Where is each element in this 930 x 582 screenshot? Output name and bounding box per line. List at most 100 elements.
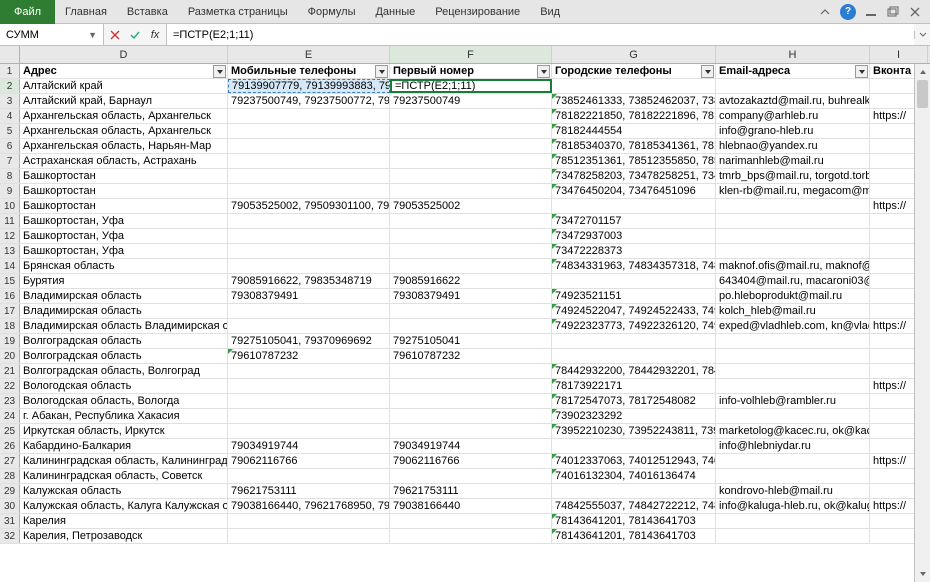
cell[interactable]: 78143641201, 78143641703	[552, 529, 716, 543]
cell[interactable]: maknof.ofis@mail.ru, maknof@ramble	[716, 259, 870, 273]
row-header[interactable]: 31	[0, 514, 20, 528]
cell[interactable]: exped@vladhleb.com, kn@vlad	[716, 319, 870, 333]
cell[interactable]: 73902323292	[552, 409, 716, 423]
cell[interactable]: Калининградская область, Советск	[20, 469, 228, 483]
row-header[interactable]: 5	[0, 124, 20, 138]
cell[interactable]: 79237500749	[390, 94, 552, 108]
cell[interactable]	[716, 409, 870, 423]
cell[interactable]	[228, 184, 390, 198]
cell[interactable]: 73472937003	[552, 229, 716, 243]
cell[interactable]: 79610787232	[228, 349, 390, 363]
cell[interactable]: kondrovo-hleb@mail.ru	[716, 484, 870, 498]
row-header[interactable]: 13	[0, 244, 20, 258]
tab-insert[interactable]: Вставка	[117, 0, 178, 24]
cell[interactable]: company@arhleb.ru	[716, 109, 870, 123]
formula-expand-icon[interactable]	[914, 31, 930, 39]
row-header[interactable]: 25	[0, 424, 20, 438]
header-cell[interactable]: Мобильные телефоны	[228, 64, 390, 78]
cell[interactable]: 79308379491	[390, 289, 552, 303]
cell[interactable]: 73476450204, 73476451096	[552, 184, 716, 198]
cell[interactable]: 79085916622	[390, 274, 552, 288]
cancel-formula-icon[interactable]	[108, 28, 122, 42]
scroll-up-icon[interactable]	[915, 64, 930, 80]
cell[interactable]: Брянская область	[20, 259, 228, 273]
cell[interactable]	[390, 169, 552, 183]
cell[interactable]	[390, 364, 552, 378]
cell[interactable]: 643404@mail.ru, macaroni03@mail.ru, п	[716, 274, 870, 288]
header-cell[interactable]: Городские телефоны	[552, 64, 716, 78]
cell[interactable]	[228, 424, 390, 438]
row-header[interactable]: 20	[0, 349, 20, 363]
cell[interactable]: Владимирская область	[20, 304, 228, 318]
select-all-corner[interactable]	[0, 46, 20, 63]
cell[interactable]	[716, 469, 870, 483]
file-tab[interactable]: Файл	[0, 0, 55, 24]
cell[interactable]: Башкортостан	[20, 169, 228, 183]
row-header[interactable]: 6	[0, 139, 20, 153]
cell[interactable]: info@grano-hleb.ru	[716, 124, 870, 138]
row-header[interactable]: 27	[0, 454, 20, 468]
cell[interactable]: narimanhleb@mail.ru	[716, 154, 870, 168]
row-header[interactable]: 22	[0, 379, 20, 393]
cell[interactable]: Башкортостан	[20, 199, 228, 213]
row-header[interactable]: 21	[0, 364, 20, 378]
header-cell[interactable]: Email-адреса	[716, 64, 870, 78]
filter-button[interactable]	[213, 65, 226, 78]
row-header[interactable]: 9	[0, 184, 20, 198]
help-icon[interactable]: ?	[840, 4, 856, 20]
cell[interactable]	[716, 349, 870, 363]
row-header[interactable]: 4	[0, 109, 20, 123]
close-window-icon[interactable]	[908, 5, 922, 19]
row-header[interactable]: 16	[0, 289, 20, 303]
tab-formulas[interactable]: Формулы	[298, 0, 366, 24]
cell[interactable]: 74922323773, 74922326120, 7492	[552, 319, 716, 333]
cell[interactable]: 73852461333, 73852462037, 7385	[552, 94, 716, 108]
cell[interactable]: Иркутская область, Иркутск	[20, 424, 228, 438]
cell[interactable]: tmrb_bps@mail.ru, torgotd.torbbps@m	[716, 169, 870, 183]
cell[interactable]: info@hlebniydar.ru	[716, 439, 870, 453]
cell[interactable]: 74012337063, 74012512943, 74012512944, 7…	[552, 454, 716, 468]
cell[interactable]	[390, 469, 552, 483]
row-header[interactable]: 15	[0, 274, 20, 288]
cell[interactable]	[552, 274, 716, 288]
cell[interactable]	[390, 529, 552, 543]
scroll-thumb[interactable]	[917, 80, 928, 108]
filter-button[interactable]	[537, 65, 550, 78]
cell[interactable]	[228, 409, 390, 423]
row-header[interactable]: 17	[0, 304, 20, 318]
row-header[interactable]: 29	[0, 484, 20, 498]
cell[interactable]: 79621753111	[390, 484, 552, 498]
cell[interactable]: Кабардино-Балкария	[20, 439, 228, 453]
cell[interactable]: 78143641201, 78143641703	[552, 514, 716, 528]
filter-button[interactable]	[855, 65, 868, 78]
row-header[interactable]: 12	[0, 229, 20, 243]
cell[interactable]	[716, 454, 870, 468]
cell[interactable]: Владимирская область Владимирская област…	[20, 319, 228, 333]
cell[interactable]	[228, 154, 390, 168]
cell[interactable]: info-volhleb@rambler.ru	[716, 394, 870, 408]
row-header[interactable]: 11	[0, 214, 20, 228]
scroll-down-icon[interactable]	[915, 566, 930, 582]
cell[interactable]	[390, 139, 552, 153]
cell[interactable]: 79275105041, 79370969692	[228, 334, 390, 348]
cell[interactable]: Алтайский край, Барнаул	[20, 94, 228, 108]
cell[interactable]	[552, 199, 716, 213]
row-header[interactable]: 19	[0, 334, 20, 348]
cell[interactable]	[228, 379, 390, 393]
tab-view[interactable]: Вид	[530, 0, 570, 24]
cell[interactable]	[228, 139, 390, 153]
cell[interactable]	[552, 79, 716, 93]
cell[interactable]: 73472228373	[552, 244, 716, 258]
row-header[interactable]: 28	[0, 469, 20, 483]
cell[interactable]	[228, 214, 390, 228]
cell[interactable]: 78512351361, 78512355850, 7851	[552, 154, 716, 168]
filter-button[interactable]	[375, 65, 388, 78]
cell[interactable]	[716, 334, 870, 348]
cell[interactable]	[390, 109, 552, 123]
row-header[interactable]: 3	[0, 94, 20, 108]
cell[interactable]: Башкортостан	[20, 184, 228, 198]
row-header[interactable]: 32	[0, 529, 20, 543]
cell[interactable]	[552, 439, 716, 453]
cell[interactable]: Башкортостан, Уфа	[20, 244, 228, 258]
col-header-g[interactable]: G	[552, 46, 716, 63]
